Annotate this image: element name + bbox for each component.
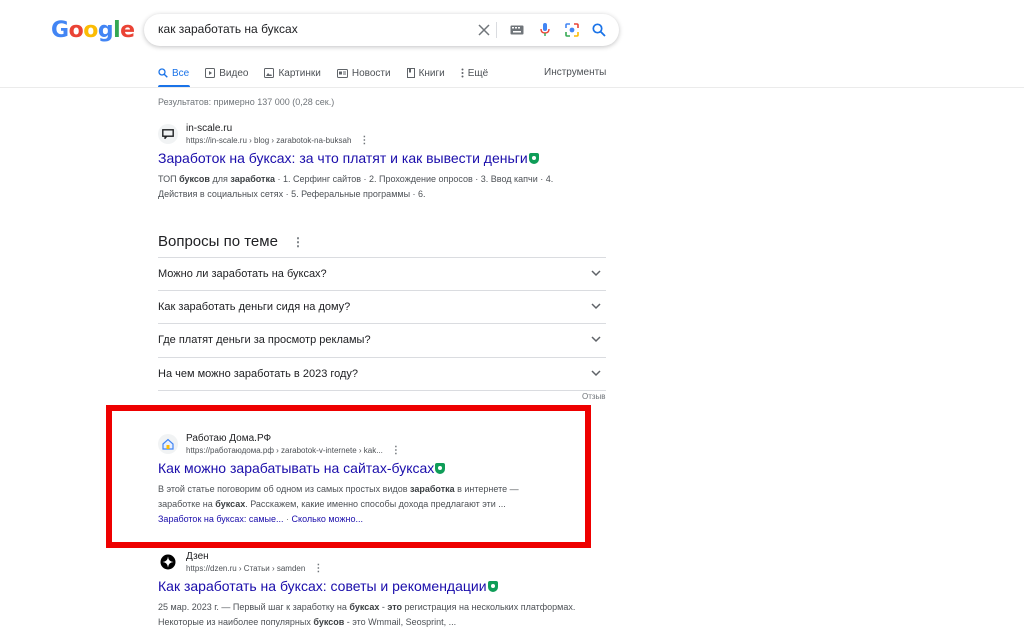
snippet-bold: буксов [313, 617, 345, 627]
tab-more[interactable]: Ещё [461, 66, 488, 80]
tab-label: Ещё [467, 67, 489, 79]
more-options-icon[interactable]: ⋮ [292, 235, 304, 249]
result-title-link[interactable]: Заработок на буксах: за что платят и как… [158, 150, 539, 166]
lens-icon[interactable] [562, 20, 582, 40]
result-snippet: ТОП буксов для заработка · 1. Серфинг са… [158, 172, 578, 202]
verified-shield-icon [528, 153, 539, 164]
tab-label: Книги [418, 67, 445, 79]
tab-label: Все [172, 67, 190, 79]
site-url-row: https://in-scale.ru › blog › zarabotok-n… [186, 135, 369, 146]
snippet-bold: заработка [230, 174, 275, 184]
site-name[interactable]: Дзен [186, 551, 209, 562]
site-name[interactable]: in-scale.ru [186, 123, 232, 134]
chevron-down-icon [591, 303, 601, 310]
paa-question[interactable]: Можно ли заработать на буксах? [158, 257, 606, 290]
logo-letter: o [68, 18, 84, 43]
question-text: Как заработать деньги сидя на дому? [158, 301, 351, 313]
search-box[interactable]: как заработать на буксах [144, 14, 619, 46]
snippet-text: - это Wmmail, Seosprint, ... [344, 617, 457, 627]
logo-letter: e [120, 18, 135, 43]
verified-shield-icon [487, 581, 498, 592]
tab-images[interactable]: Картинки [264, 66, 321, 80]
paa-divider [158, 390, 606, 391]
logo-letter: G [51, 18, 69, 43]
paa-question[interactable]: Где платят деньги за просмотр рекламы? [158, 323, 606, 356]
tab-video[interactable]: Видео [205, 66, 248, 80]
snippet-bold: это [387, 602, 402, 612]
question-text: На чем можно заработать в 2023 году? [158, 368, 359, 380]
logo-letter: g [97, 18, 114, 43]
search-icon[interactable] [589, 20, 609, 40]
chevron-down-icon [591, 370, 601, 377]
site-url[interactable]: https://in-scale.ru › blog › zarabotok-n… [186, 136, 351, 145]
search-icon [158, 68, 168, 78]
logo-letter: o [83, 18, 98, 43]
chevron-down-icon [591, 270, 601, 277]
more-vert-icon [461, 68, 464, 78]
feedback-link[interactable]: Отзыв [582, 392, 606, 401]
search-input[interactable]: как заработать на буксах [158, 22, 298, 36]
tab-all[interactable]: Все [158, 66, 189, 80]
result-title: Заработок на буксах: за что платят и как… [158, 150, 528, 166]
result-stats: Результатов: примерно 137 000 (0,28 сек.… [158, 97, 335, 107]
site-favicon [158, 124, 178, 144]
paa-question[interactable]: На чем можно заработать в 2023 году? [158, 357, 606, 390]
play-icon [205, 68, 216, 78]
microphone-icon[interactable] [535, 20, 555, 40]
google-logo[interactable]: Google [51, 18, 135, 44]
result-title: Как заработать на буксах: советы и реком… [158, 578, 487, 594]
tab-label: Картинки [278, 67, 321, 79]
image-icon [264, 68, 275, 78]
tab-label: Видео [219, 67, 249, 79]
snippet-bold: буксах [349, 602, 380, 612]
header-divider [0, 87, 1024, 88]
keyboard-icon[interactable] [507, 20, 527, 40]
snippet-bold: буксов [179, 174, 210, 184]
search-tabs: Все Видео Картинки Новости Книги Ещё [158, 66, 504, 80]
result-title-link[interactable]: Как заработать на буксах: советы и реком… [158, 578, 498, 594]
site-url-row: https://dzen.ru › Статьи › samden ⋮ [186, 563, 323, 574]
book-icon [406, 68, 415, 78]
chat-icon [162, 129, 174, 139]
dzen-icon [160, 554, 176, 570]
news-icon [336, 68, 348, 78]
question-text: Можно ли заработать на буксах? [158, 268, 327, 280]
question-text: Где платят деньги за просмотр рекламы? [158, 334, 371, 346]
snippet-text: для [209, 174, 231, 184]
snippet-text: 25 мар. 2023 г. — Первый шаг к заработку… [158, 602, 350, 612]
chevron-down-icon [591, 336, 601, 343]
tools-button[interactable]: Инструменты [544, 67, 606, 78]
highlight-box [106, 405, 591, 548]
clear-icon[interactable] [474, 20, 494, 40]
result-snippet: 25 мар. 2023 г. — Первый шаг к заработку… [158, 600, 578, 630]
paa-heading: Вопросы по теме [158, 233, 278, 250]
more-options-icon[interactable]: ⋮ [359, 135, 369, 146]
site-url[interactable]: https://dzen.ru › Статьи › samden [186, 564, 305, 573]
tab-news[interactable]: Новости [336, 66, 391, 80]
snippet-text: ТОП [158, 174, 180, 184]
paa-question[interactable]: Как заработать деньги сидя на дому? [158, 290, 606, 323]
site-favicon [158, 552, 178, 572]
more-options-icon[interactable]: ⋮ [313, 563, 323, 574]
tab-books[interactable]: Книги [406, 66, 445, 80]
divider [496, 22, 497, 38]
tab-label: Новости [351, 67, 391, 79]
